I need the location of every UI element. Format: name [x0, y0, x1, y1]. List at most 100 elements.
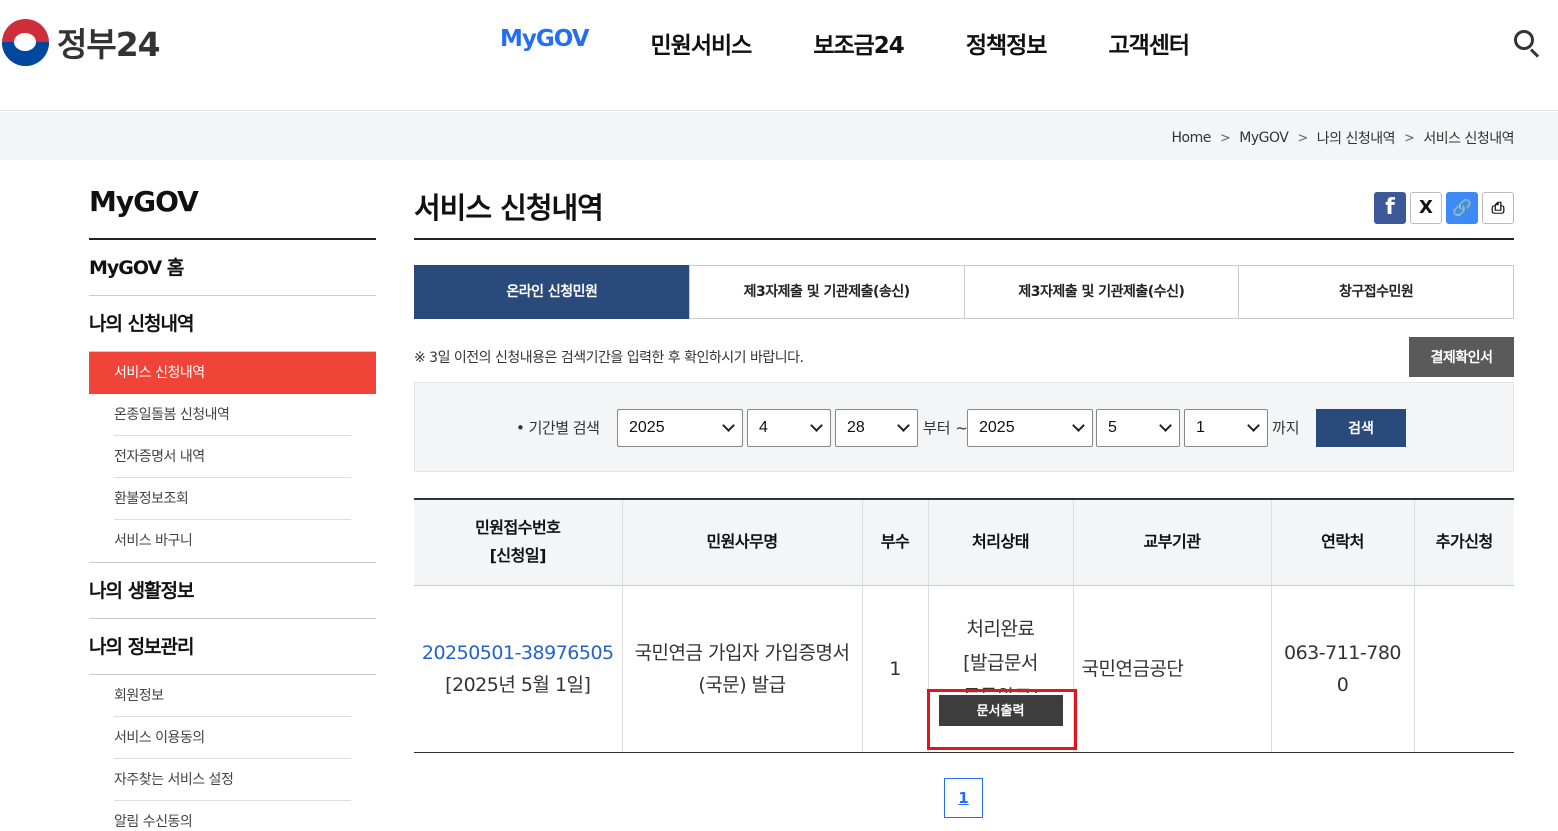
payment-receipt-button[interactable]: 결제확인서 [1409, 337, 1514, 377]
col-status: 처리상태 [928, 499, 1074, 586]
site-header: 정부24 MyGOV 민원서비스 보조금24 정책정보 고객센터 [0, 0, 1558, 111]
tab-bar: 온라인 신청민원 제3자제출 및 기관제출(송신) 제3자제출 및 기관제출(수… [414, 265, 1514, 319]
phone-line1: 063-711-780 [1283, 641, 1402, 664]
sidebar-item-care-history[interactable]: 온종일돌봄 신청내역 [89, 394, 376, 436]
main-nav: MyGOV 민원서비스 보조금24 정책정보 고객센터 [500, 26, 1251, 60]
chevron-down-icon [722, 419, 735, 432]
to-year-value: 2025 [979, 419, 1015, 436]
col-extra: 추가신청 [1414, 499, 1514, 586]
tab-online[interactable]: 온라인 신청민원 [414, 265, 690, 319]
sidebar-item-basket[interactable]: 서비스 바구니 [89, 520, 376, 562]
share-buttons: f X 🔗 ⎙ [1374, 192, 1514, 224]
pagination-page-1[interactable]: 1 [944, 778, 983, 818]
sidebar-item-refund[interactable]: 환불정보조회 [89, 478, 376, 520]
tab-counter[interactable]: 창구접수민원 [1238, 265, 1514, 319]
sidebar: MyGOV MyGOV 홈 나의 신청내역 서비스 신청내역 온종일돌봄 신청내… [89, 185, 376, 831]
chevron-down-icon [1247, 419, 1260, 432]
tab-third-party-send[interactable]: 제3자제출 및 기관제출(송신) [688, 265, 965, 319]
col-contact: 연락처 [1271, 499, 1415, 586]
nav-mygov[interactable]: MyGOV [500, 26, 589, 60]
col-copies: 부수 [862, 499, 929, 586]
search-icon[interactable] [1512, 28, 1542, 58]
from-text: 부터 ~ [923, 419, 968, 437]
phone-line2: 0 [1336, 673, 1349, 696]
to-year-select[interactable]: 2025 [967, 409, 1093, 447]
status-line3: 등록완료] [929, 679, 1073, 693]
from-month-value: 4 [759, 419, 768, 436]
chevron-down-icon [810, 419, 823, 432]
to-day-value: 1 [1196, 419, 1205, 436]
cell-receipt: 20250501-38976505 [2025년 5월 1일] [414, 585, 623, 753]
status-line2: [발급문서 [963, 652, 1038, 674]
period-search-label: • 기간별 검색 [516, 419, 600, 437]
cell-copies: 1 [862, 585, 929, 753]
search-button[interactable]: 검색 [1316, 409, 1406, 447]
nav-civil-service[interactable]: 민원서비스 [651, 26, 753, 60]
chevron-down-icon [1159, 419, 1172, 432]
sidebar-group-history[interactable]: 나의 신청내역 [89, 296, 376, 352]
col-receipt-no: 민원접수번호 [신청일] [414, 499, 623, 586]
receipt-number-link[interactable]: 20250501-38976505 [422, 642, 614, 664]
link-icon[interactable]: 🔗 [1446, 192, 1478, 224]
col-issuer: 교부기관 [1073, 499, 1272, 586]
sidebar-group-info-manage[interactable]: 나의 정보관리 [89, 619, 376, 675]
sidebar-group-life-info[interactable]: 나의 생활정보 [89, 563, 376, 619]
taegeuk-logo-icon [2, 18, 49, 66]
from-day-select[interactable]: 28 [835, 409, 918, 447]
application-table: 민원접수번호 [신청일] 민원사무명 부수 처리상태 교부기관 연락처 추가신청 … [414, 498, 1514, 753]
status-line1: 처리완료 [966, 618, 1035, 640]
print-document-button[interactable]: 문서출력 [938, 695, 1063, 726]
chevron-down-icon [1072, 419, 1085, 432]
from-year-select[interactable]: 2025 [617, 409, 743, 447]
breadcrumb-home[interactable]: Home [1172, 130, 1212, 146]
service-name-line2: (국문) 발급 [698, 673, 786, 696]
to-text: 까지 [1272, 419, 1300, 437]
chevron-right-icon: > [1403, 130, 1415, 146]
from-month-select[interactable]: 4 [747, 409, 831, 447]
sidebar-item-favorites[interactable]: 자주찾는 서비스 설정 [89, 759, 376, 801]
col-date-label: [신청일] [489, 546, 547, 566]
sidebar-title: MyGOV [89, 185, 376, 240]
to-month-select[interactable]: 5 [1096, 409, 1180, 447]
chevron-right-icon: > [1219, 130, 1231, 146]
table-header-row: 민원접수번호 [신청일] 민원사무명 부수 처리상태 교부기관 연락처 추가신청 [414, 499, 1514, 586]
from-year-value: 2025 [629, 419, 665, 436]
nav-policy[interactable]: 정책정보 [966, 26, 1048, 60]
breadcrumb-bar: Home > MyGOV > 나의 신청내역 > 서비스 신청내역 [0, 112, 1558, 160]
notice-text: ※ 3일 이전의 신청내용은 검색기간을 입력한 후 확인하시기 바랍니다. [414, 350, 804, 366]
application-date: [2025년 5월 1일] [445, 673, 591, 696]
col-service-name: 민원사무명 [622, 499, 863, 586]
cell-issuer: 국민연금공단 [1073, 585, 1272, 753]
x-twitter-icon[interactable]: X [1410, 192, 1442, 224]
cell-status: 처리완료 [발급문서 등록완료] 문서출력 [928, 585, 1074, 753]
chevron-right-icon: > [1297, 130, 1308, 146]
main-content: 서비스 신청내역 f X 🔗 ⎙ 온라인 신청민원 제3자제출 및 기관제출(송… [414, 185, 1514, 753]
to-month-value: 5 [1108, 419, 1117, 436]
sidebar-item-service-history[interactable]: 서비스 신청내역 [89, 352, 376, 394]
service-name-line1: 국민연금 가입자 가입증명서 [634, 641, 850, 664]
sidebar-submenu-history: 서비스 신청내역 온종일돌봄 신청내역 전자증명서 내역 환불정보조회 서비스 … [89, 352, 376, 563]
page-title: 서비스 신청내역 [414, 185, 1514, 240]
sidebar-item-member-info[interactable]: 회원정보 [89, 675, 376, 717]
sidebar-item-mygov-home[interactable]: MyGOV 홈 [89, 240, 376, 296]
logo[interactable]: 정부24 [2, 18, 161, 66]
breadcrumb-history[interactable]: 나의 신청내역 [1317, 128, 1396, 148]
sidebar-item-notification-consent[interactable]: 알림 수신동의 [89, 801, 376, 831]
facebook-icon[interactable]: f [1374, 192, 1406, 224]
period-search-box: • 기간별 검색 2025 4 28 부터 ~ 2025 5 1 까지 검색 [414, 382, 1514, 472]
to-day-select[interactable]: 1 [1184, 409, 1268, 447]
breadcrumb-mygov[interactable]: MyGOV [1239, 130, 1289, 146]
print-icon[interactable]: ⎙ [1482, 192, 1514, 224]
cell-contact: 063-711-780 0 [1271, 585, 1415, 753]
sidebar-submenu-info-manage: 회원정보 서비스 이용동의 자주찾는 서비스 설정 알림 수신동의 [89, 675, 376, 831]
logo-text: 정부24 [57, 25, 161, 64]
breadcrumb: Home > MyGOV > 나의 신청내역 > 서비스 신청내역 [1172, 128, 1515, 148]
sidebar-item-e-certificate[interactable]: 전자증명서 내역 [89, 436, 376, 478]
nav-customer-center[interactable]: 고객센터 [1108, 26, 1190, 60]
chevron-down-icon [897, 419, 910, 432]
breadcrumb-current: 서비스 신청내역 [1423, 131, 1514, 147]
sidebar-item-service-consent[interactable]: 서비스 이용동의 [89, 717, 376, 759]
tab-third-party-receive[interactable]: 제3자제출 및 기관제출(수신) [963, 265, 1240, 319]
from-day-value: 28 [847, 419, 865, 436]
nav-subsidy[interactable]: 보조금24 [813, 26, 904, 60]
